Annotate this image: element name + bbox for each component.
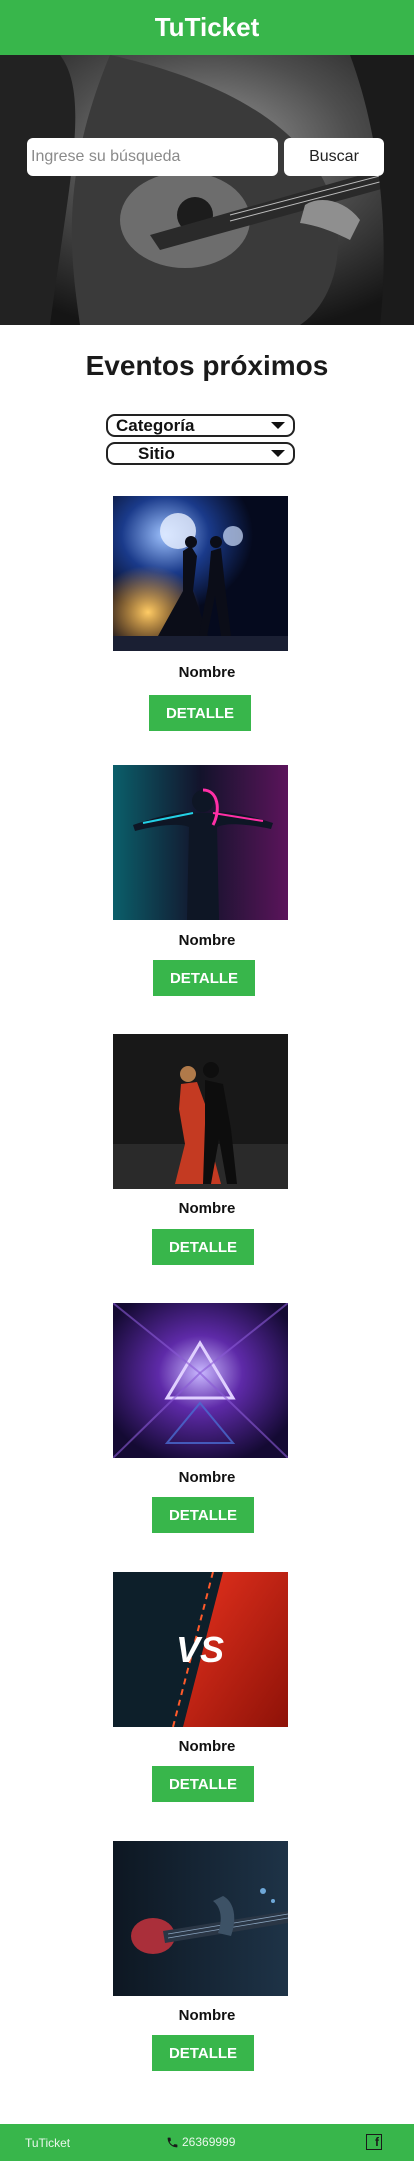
event-image-neon-performer[interactable] [113, 765, 288, 920]
event-detail-button[interactable]: DETALLE [152, 1766, 254, 1802]
site-select-label: Sitio [138, 444, 175, 463]
versus-text: VS [176, 1629, 224, 1670]
facebook-icon[interactable]: f [366, 2134, 382, 2150]
phone-icon [167, 2137, 178, 2147]
category-select-label: Categoría [116, 416, 195, 435]
event-name: Nombre [178, 2007, 236, 2024]
search-input[interactable] [27, 138, 278, 176]
search-button[interactable]: Buscar [284, 138, 384, 176]
event-detail-button[interactable]: DETALLE [152, 1497, 254, 1533]
event-name: Nombre [178, 664, 236, 681]
event-name: Nombre [178, 1738, 236, 1755]
event-detail-button[interactable]: DETALLE [149, 695, 251, 731]
event-image-neon-triangle[interactable] [113, 1303, 288, 1458]
app-header: TuTicket [0, 0, 414, 55]
app-footer: TuTicket 26369999 f [0, 2124, 414, 2161]
site-select[interactable]: Sitio [106, 442, 295, 465]
event-image-dance-couple[interactable] [113, 496, 288, 651]
event-detail-button[interactable]: DETALLE [152, 2035, 254, 2071]
footer-brand[interactable]: TuTicket [25, 2136, 70, 2150]
app-title: TuTicket [154, 12, 260, 42]
chevron-down-icon [271, 422, 285, 429]
event-image-guitar[interactable] [113, 1841, 288, 1996]
event-name: Nombre [178, 932, 236, 949]
event-name: Nombre [178, 1469, 236, 1486]
footer-phone-number: 26369999 [182, 2135, 236, 2149]
event-image-tango-dancers[interactable] [113, 1034, 288, 1189]
events-section-title: Eventos próximos [85, 350, 329, 381]
event-detail-button[interactable]: DETALLE [153, 960, 255, 996]
hero-banner: Buscar [0, 55, 414, 325]
footer-phone[interactable]: 26369999 [166, 2135, 235, 2149]
event-name: Nombre [178, 1200, 236, 1217]
event-image-versus[interactable]: VS [113, 1572, 288, 1727]
category-select[interactable]: Categoría [106, 414, 295, 437]
chevron-down-icon [271, 450, 285, 457]
event-detail-button[interactable]: DETALLE [152, 1229, 254, 1265]
guitarist-photo [0, 55, 414, 325]
